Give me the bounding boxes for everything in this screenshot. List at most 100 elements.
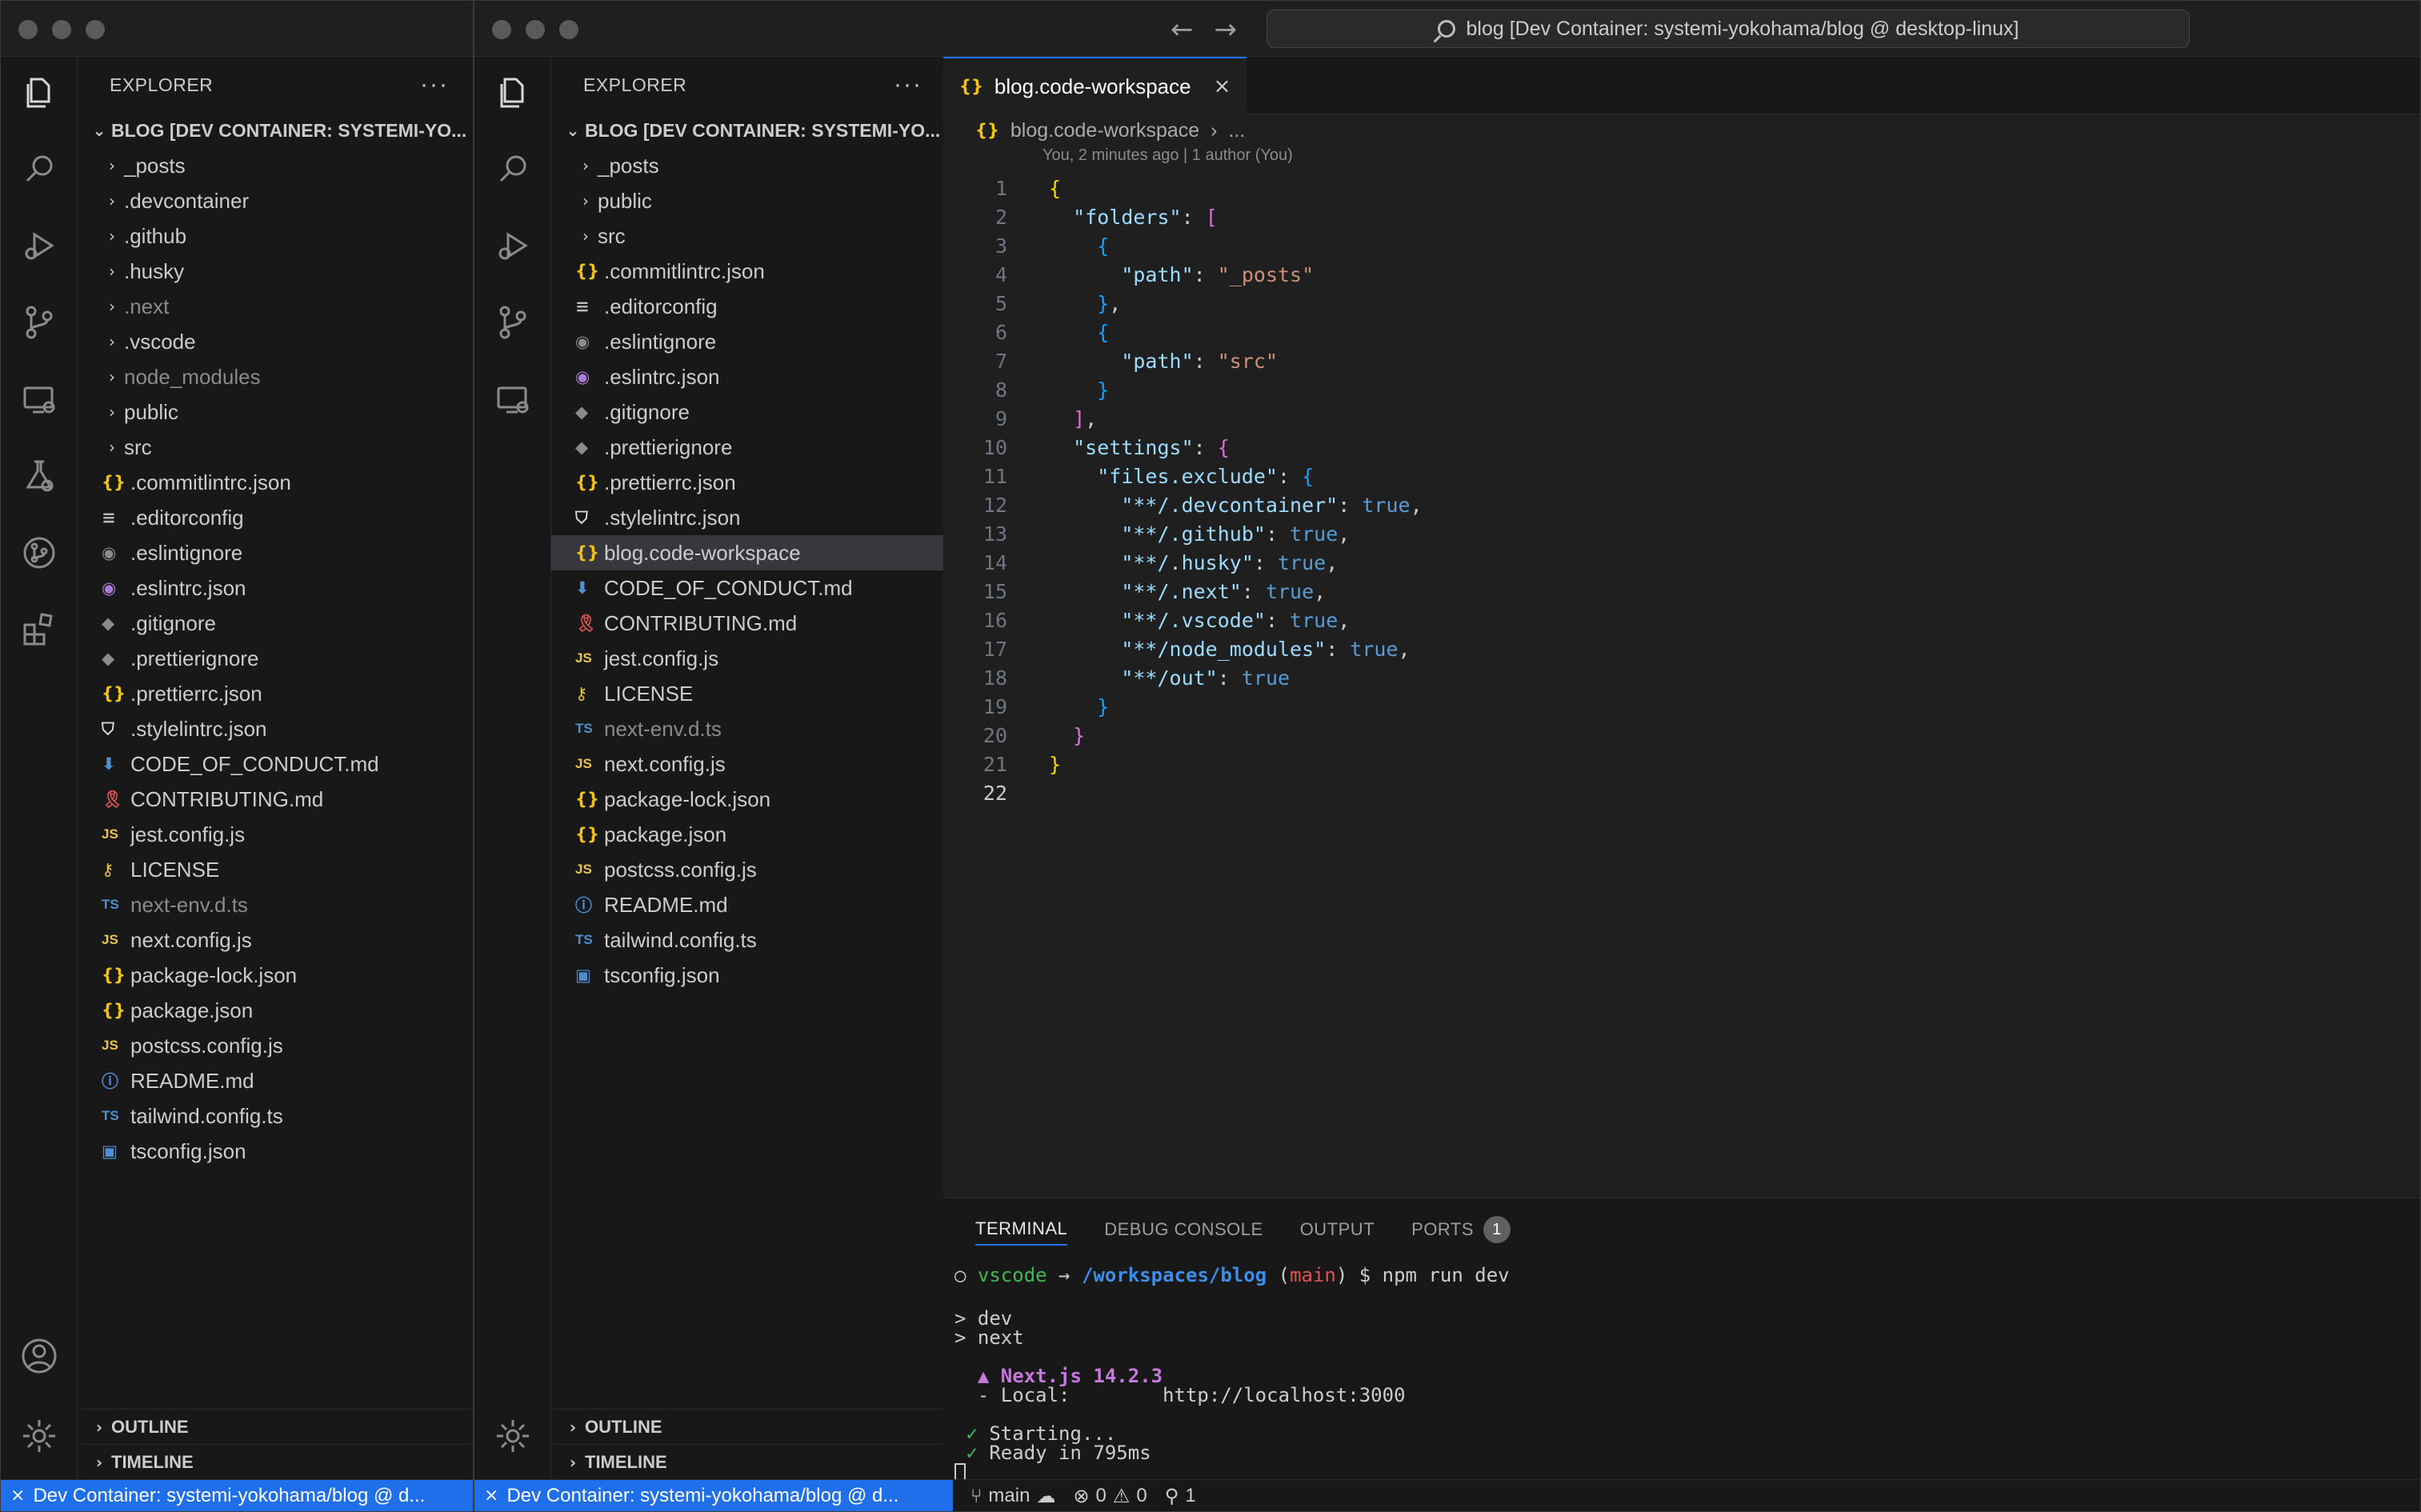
timeline-section[interactable]: › TIMELINE [78, 1444, 473, 1479]
tab-debug-console[interactable]: DEBUG CONSOLE [1104, 1214, 1263, 1246]
file-item[interactable]: ⬇ CODE_OF_CONDUCT.md [551, 570, 946, 606]
run-debug-icon[interactable] [20, 226, 58, 265]
close-window-button[interactable] [492, 20, 511, 39]
outline-section[interactable]: › OUTLINE [551, 1409, 946, 1444]
source-control-icon[interactable] [494, 303, 532, 342]
file-item[interactable]: {} package.json [551, 817, 946, 852]
file-item[interactable]: ◉ .eslintignore [551, 324, 946, 359]
project-root[interactable]: ⌄ BLOG [DEV CONTAINER: SYSTEMI-YO... [78, 113, 473, 148]
search-icon[interactable] [20, 150, 58, 188]
problems-status[interactable]: ⊗ 0 ⚠ 0 [1073, 1485, 1146, 1507]
explorer-icon[interactable] [20, 73, 58, 111]
timeline-section[interactable]: › TIMELINE [551, 1444, 946, 1479]
testing-icon[interactable] [20, 457, 58, 495]
file-item[interactable]: ⓘ README.md [551, 887, 946, 922]
file-item[interactable]: ≡ .editorconfig [78, 500, 473, 535]
file-item[interactable]: TS next-env.d.ts [78, 887, 473, 922]
file-item[interactable]: {} .commitlintrc.json [551, 254, 946, 289]
file-item[interactable]: TS tailwind.config.ts [78, 1098, 473, 1134]
file-item[interactable]: JS postcss.config.js [551, 852, 946, 887]
folder-item[interactable]: › node_modules [78, 359, 473, 394]
file-item[interactable]: ⛉ .stylelintrc.json [551, 500, 946, 535]
folder-item[interactable]: › .vscode [78, 324, 473, 359]
extensions-icon[interactable] [20, 610, 58, 649]
folder-item[interactable]: › src [551, 218, 946, 254]
tab-ports[interactable]: PORTS 1 [1411, 1214, 1511, 1246]
back-arrow-icon[interactable]: ← [1170, 14, 1194, 46]
folder-item[interactable]: › .husky [78, 254, 473, 289]
folder-item[interactable]: › _posts [78, 148, 473, 183]
accounts-icon[interactable] [20, 1337, 58, 1375]
file-item[interactable]: {} package.json [78, 993, 473, 1028]
file-item[interactable]: ◆ .prettierignore [551, 430, 946, 465]
file-item[interactable]: 🎗 CONTRIBUTING.md [78, 782, 473, 817]
file-item[interactable]: ⓘ README.md [78, 1063, 473, 1098]
remote-explorer-icon[interactable] [494, 380, 532, 418]
explorer-icon[interactable] [494, 73, 532, 111]
file-item[interactable]: {} .prettierrc.json [551, 465, 946, 500]
project-root[interactable]: ⌄ BLOG [DEV CONTAINER: SYSTEMI-YO... [551, 113, 946, 148]
remote-indicator[interactable]: ⨯ Dev Container: systemi-yokohama/blog @… [474, 1479, 953, 1511]
file-item[interactable]: ◉ .eslintignore [78, 535, 473, 570]
search-icon[interactable] [494, 150, 532, 188]
file-item[interactable]: {} blog.code-workspace [551, 535, 946, 570]
breadcrumb-more[interactable]: ... [1228, 119, 1245, 142]
file-item[interactable]: ◆ .gitignore [551, 394, 946, 430]
folder-item[interactable]: › src [78, 430, 473, 465]
breadcrumb-file[interactable]: blog.code-workspace [1010, 119, 1199, 142]
file-item[interactable]: 🎗 CONTRIBUTING.md [551, 606, 946, 641]
minimize-window-button[interactable] [52, 20, 71, 39]
close-icon[interactable]: × [1214, 74, 1231, 98]
folder-item[interactable]: › .github [78, 218, 473, 254]
more-actions-icon[interactable]: ··· [420, 71, 449, 98]
file-item[interactable]: TS next-env.d.ts [551, 711, 946, 746]
file-item[interactable]: JS next.config.js [78, 922, 473, 958]
ports-status[interactable]: ⚲ 1 [1165, 1485, 1196, 1507]
settings-gear-icon[interactable] [494, 1417, 532, 1455]
file-item[interactable]: ◉ .eslintrc.json [78, 570, 473, 606]
file-item[interactable]: ◆ .gitignore [78, 606, 473, 641]
folder-item[interactable]: › _posts [551, 148, 946, 183]
file-item[interactable]: ◆ .prettierignore [78, 641, 473, 676]
file-item[interactable]: ⛉ .stylelintrc.json [78, 711, 473, 746]
file-item[interactable]: {} .prettierrc.json [78, 676, 473, 711]
file-item[interactable]: {} package-lock.json [551, 782, 946, 817]
file-item[interactable]: ◉ .eslintrc.json [551, 359, 946, 394]
terminal-output[interactable]: ○ vscode → /workspaces/blog (main) $ npm… [943, 1261, 2420, 1482]
remote-indicator[interactable]: ⨯ Dev Container: systemi-yokohama/blog @… [1, 1479, 473, 1511]
file-item[interactable]: ▣ tsconfig.json [551, 958, 946, 993]
source-control-icon[interactable] [20, 303, 58, 342]
tab-terminal[interactable]: TERMINAL [975, 1214, 1068, 1246]
file-item[interactable]: ⬇ CODE_OF_CONDUCT.md [78, 746, 473, 782]
file-item[interactable]: ▣ tsconfig.json [78, 1134, 473, 1169]
file-item[interactable]: JS postcss.config.js [78, 1028, 473, 1063]
file-item[interactable]: {} .commitlintrc.json [78, 465, 473, 500]
file-item[interactable]: JS next.config.js [551, 746, 946, 782]
close-window-button[interactable] [18, 20, 38, 39]
settings-gear-icon[interactable] [20, 1417, 58, 1455]
forward-arrow-icon[interactable]: → [1215, 14, 1238, 46]
folder-item[interactable]: › public [78, 394, 473, 430]
branch-status[interactable]: ⑂ main ☁ [970, 1485, 1055, 1507]
file-item[interactable]: ⚷ LICENSE [551, 676, 946, 711]
file-item[interactable]: ⚷ LICENSE [78, 852, 473, 887]
git-blame-annotation[interactable]: You, 2 minutes ago | 1 author (You) [943, 146, 2420, 172]
more-actions-icon[interactable]: ··· [894, 71, 922, 98]
zoom-window-button[interactable] [559, 20, 578, 39]
file-item[interactable]: TS tailwind.config.ts [551, 922, 946, 958]
file-item[interactable]: {} package-lock.json [78, 958, 473, 993]
tab-blog-code-workspace[interactable]: {} blog.code-workspace × [943, 57, 1247, 114]
remote-explorer-icon[interactable] [20, 380, 58, 418]
code-editor[interactable]: 1{2 "folders": [3 {4 "path": "_posts" 5 }… [943, 174, 2420, 807]
file-item[interactable]: JS jest.config.js [551, 641, 946, 676]
command-center-search[interactable]: blog [Dev Container: systemi-yokohama/bl… [1267, 10, 2190, 48]
folder-item[interactable]: › public [551, 183, 946, 218]
outline-section[interactable]: › OUTLINE [78, 1409, 473, 1444]
file-item[interactable]: JS jest.config.js [78, 817, 473, 852]
zoom-window-button[interactable] [86, 20, 105, 39]
run-debug-icon[interactable] [494, 226, 532, 265]
file-item[interactable]: ≡ .editorconfig [551, 289, 946, 324]
tab-output[interactable]: OUTPUT [1300, 1214, 1375, 1246]
folder-item[interactable]: › .devcontainer [78, 183, 473, 218]
git-graph-icon[interactable] [20, 534, 58, 572]
